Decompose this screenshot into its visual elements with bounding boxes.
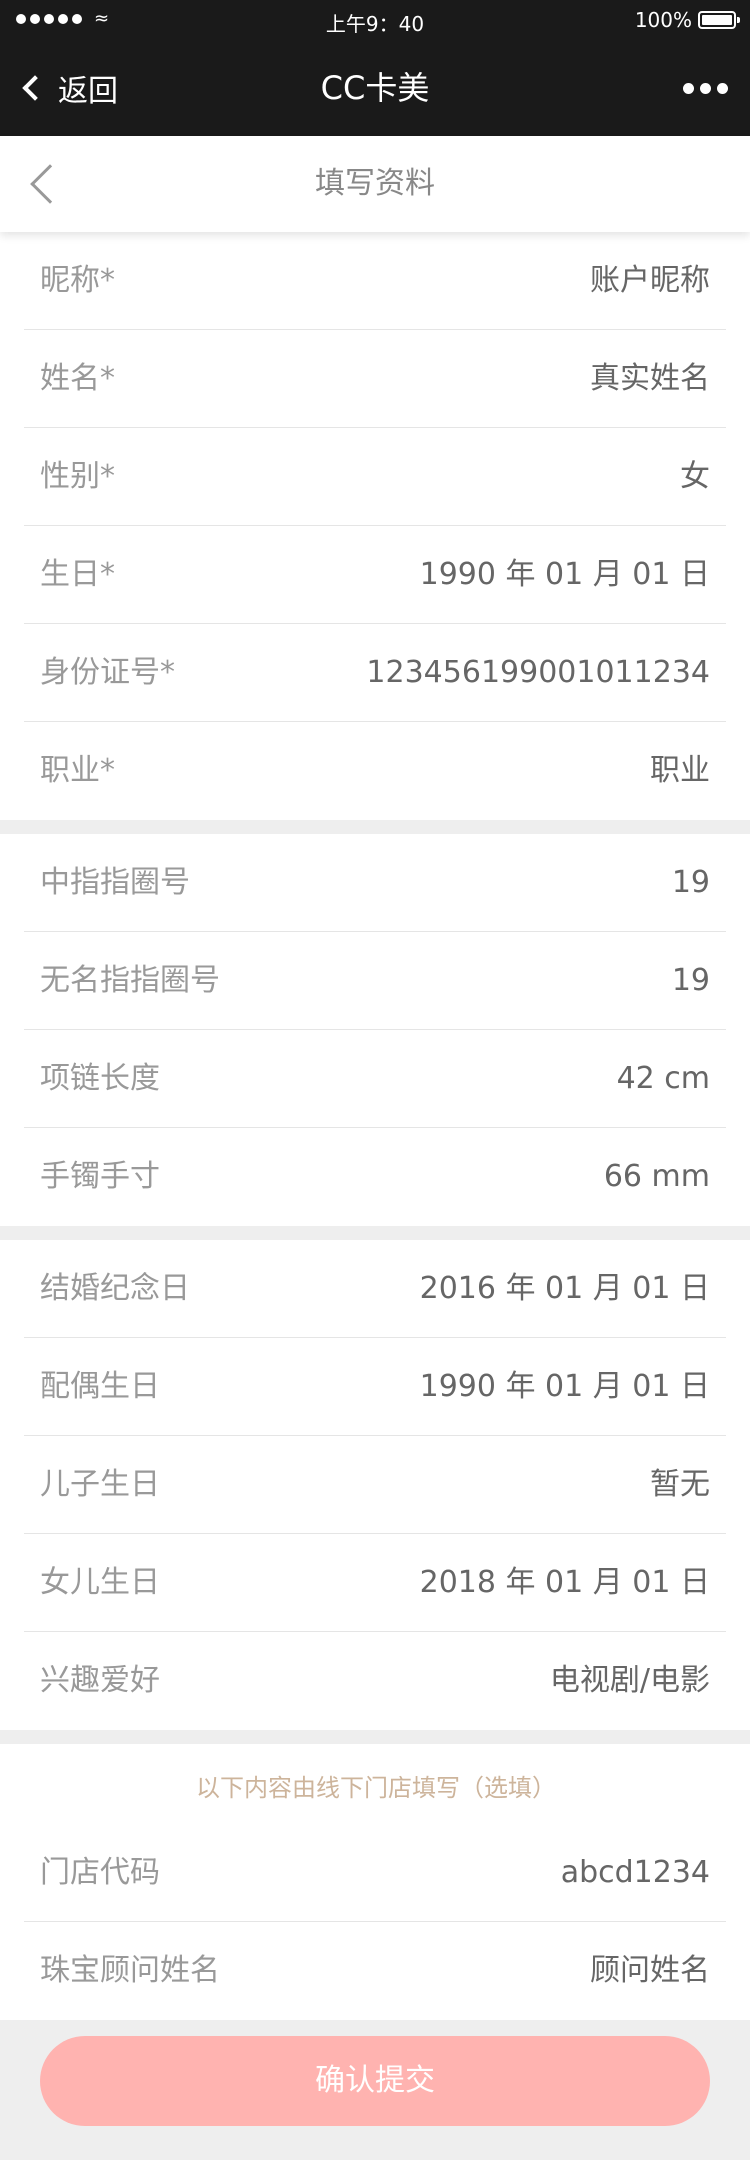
form-row-occupation[interactable]: 职业* 职业 — [24, 722, 726, 820]
field-value: abcd1234 — [560, 1855, 710, 1890]
field-label: 生日* — [40, 557, 115, 592]
form-row-anniversary[interactable]: 结婚纪念日 2016 年 01 月 01 日 — [24, 1240, 726, 1338]
field-label: 性别* — [40, 459, 115, 494]
form-row-gender[interactable]: 性别* 女 — [24, 428, 726, 526]
field-value: 12345619900101123­4 — [366, 655, 710, 690]
field-value: 2018 年 01 月 01 日 — [419, 1565, 710, 1600]
field-label: 女儿生日 — [40, 1565, 160, 1600]
status-bar: ≈ 上午9：40 100% — [0, 0, 750, 40]
field-value: 暂无 — [650, 1467, 710, 1502]
back-arrow-icon[interactable] — [30, 164, 70, 204]
field-label: 珠宝顾问姓名 — [40, 1953, 220, 1988]
chevron-left-icon — [22, 75, 48, 101]
more-dot-icon — [717, 82, 728, 94]
store-section: 以下内容由线下门店填写（选填） 门店代码 abcd1234 珠宝顾问姓名 顾问姓… — [0, 1744, 750, 2020]
field-label: 门店代码 — [40, 1855, 160, 1890]
form-row-spouse-birthday[interactable]: 配偶生日 1990 年 01 月 01 日 — [24, 1338, 726, 1436]
field-label: 项链长度 — [40, 1061, 160, 1096]
store-hint: 以下内容由线下门店填写（选填） — [0, 1744, 750, 1824]
form-row-daughter-birthday[interactable]: 女儿生日 2018 年 01 月 01 日 — [24, 1534, 726, 1632]
field-label: 无名指指圈号 — [40, 963, 220, 998]
field-value: 2016 年 01 月 01 日 — [419, 1271, 710, 1306]
form-row-ring-finger[interactable]: 无名指指圈号 19 — [24, 932, 726, 1030]
form-row-nickname[interactable]: 昵称* 账户昵称 — [24, 232, 726, 330]
battery-percent: 100% — [634, 8, 692, 32]
field-value: 职业 — [650, 753, 710, 788]
form-row-id-number[interactable]: 身份证号* 12345619900101123­4 — [24, 624, 726, 722]
more-dot-icon — [700, 82, 711, 94]
field-label: 身份证号* — [40, 655, 175, 690]
battery-indicator: 100% — [634, 8, 740, 32]
back-button[interactable]: 返回 — [20, 40, 118, 136]
field-value: 19 — [671, 865, 710, 900]
field-value: 顾问姓名 — [590, 1953, 710, 1988]
field-value: 账户昵称 — [590, 263, 710, 298]
form-row-bracelet[interactable]: 手镯手寸 66 mm — [24, 1128, 726, 1226]
field-label: 儿子生日 — [40, 1467, 160, 1502]
basic-info-section: 昵称* 账户昵称 姓名* 真实姓名 性别* 女 生日* 1990 年 01 月 … — [0, 232, 750, 820]
field-label: 中指指圈号 — [40, 865, 190, 900]
field-label: 姓名* — [40, 361, 115, 396]
submit-button[interactable]: 确认提交 — [40, 2036, 710, 2126]
form-row-name[interactable]: 姓名* 真实姓名 — [24, 330, 726, 428]
field-value: 真实姓名 — [590, 361, 710, 396]
field-label: 结婚纪念日 — [40, 1271, 190, 1306]
store-hint-text: 以下内容由线下门店填写（选填） — [196, 1774, 556, 1802]
field-value: 1990 年 01 月 01 日 — [419, 1369, 710, 1404]
form-row-consultant-name[interactable]: 珠宝顾问姓名 顾问姓名 — [24, 1922, 726, 2020]
page-title: 填写资料 — [315, 166, 435, 201]
field-label: 兴趣爱好 — [40, 1663, 160, 1698]
field-value: 42 cm — [616, 1061, 710, 1096]
back-label: 返回 — [58, 74, 118, 109]
form-row-son-birthday[interactable]: 儿子生日 暂无 — [24, 1436, 726, 1534]
field-value: 19 — [671, 963, 710, 998]
more-dot-icon — [683, 82, 694, 94]
field-label: 昵称* — [40, 263, 115, 298]
more-button[interactable] — [677, 40, 728, 136]
page-header: 填写资料 — [0, 136, 750, 232]
form-row-middle-finger[interactable]: 中指指圈号 19 — [24, 834, 726, 932]
app-nav-bar: 返回 CC卡美 — [0, 40, 750, 136]
form-row-hobbies[interactable]: 兴趣爱好 电视剧/电影 — [24, 1632, 726, 1730]
field-label: 手镯手寸 — [40, 1159, 160, 1194]
field-label: 职业* — [40, 753, 115, 788]
field-value: 1990 年 01 月 01 日 — [419, 557, 710, 592]
battery-icon — [698, 11, 740, 29]
field-value: 女 — [680, 459, 710, 494]
field-label: 配偶生日 — [40, 1369, 160, 1404]
form-row-birthday[interactable]: 生日* 1990 年 01 月 01 日 — [24, 526, 726, 624]
form-row-necklace[interactable]: 项链长度 42 cm — [24, 1030, 726, 1128]
field-value: 电视剧/电影 — [549, 1663, 710, 1698]
field-value: 66 mm — [603, 1159, 710, 1194]
form-row-store-code[interactable]: 门店代码 abcd1234 — [24, 1824, 726, 1922]
family-section: 结婚纪念日 2016 年 01 月 01 日 配偶生日 1990 年 01 月 … — [0, 1240, 750, 1730]
size-section: 中指指圈号 19 无名指指圈号 19 项链长度 42 cm 手镯手寸 66 mm — [0, 834, 750, 1226]
